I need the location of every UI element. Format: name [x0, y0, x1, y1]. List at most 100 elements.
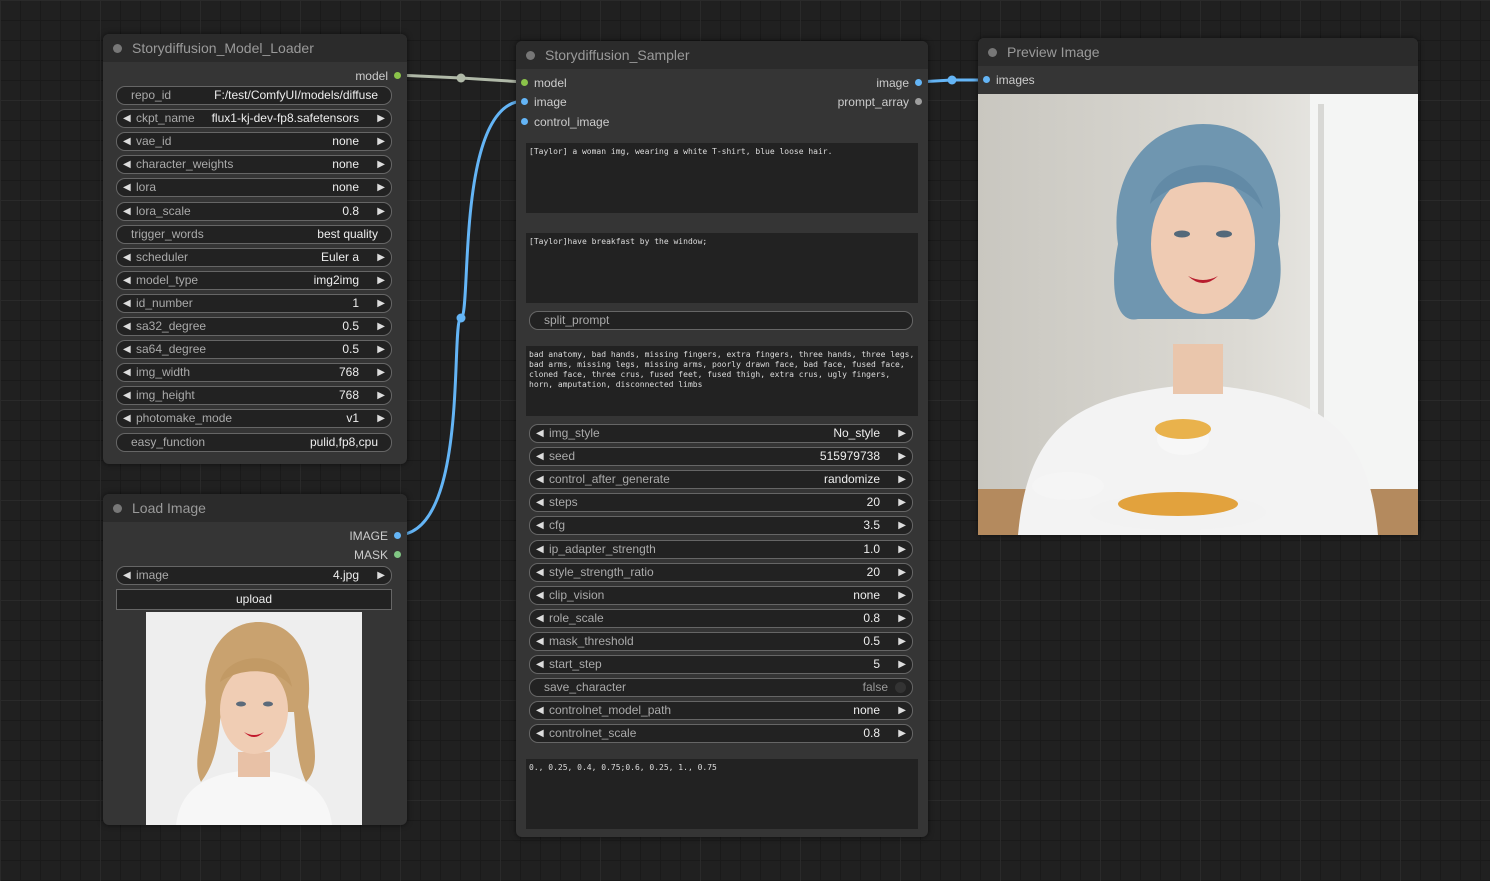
decrement-arrow-icon[interactable]: ◀: [536, 587, 544, 604]
model-output-slot[interactable]: [394, 72, 401, 79]
increment-arrow-icon[interactable]: ▶: [898, 448, 906, 465]
decrement-arrow-icon[interactable]: ◀: [536, 656, 544, 673]
decrement-arrow-icon[interactable]: ◀: [536, 425, 544, 442]
widget-clip-vision[interactable]: ◀ clip_vision none ▶: [529, 585, 913, 605]
increment-arrow-icon[interactable]: ▶: [377, 364, 385, 381]
widget-photomake-mode[interactable]: ◀ photomake_mode v1 ▶: [116, 409, 392, 429]
sampler-node[interactable]: Storydiffusion_Sampler model image contr…: [516, 41, 928, 837]
widget-control-after-generate[interactable]: ◀ control_after_generate randomize ▶: [529, 470, 913, 490]
decrement-arrow-icon[interactable]: ◀: [123, 110, 131, 127]
widget-sa64-degree[interactable]: ◀ sa64_degree 0.5 ▶: [116, 340, 392, 360]
decrement-arrow-icon[interactable]: ◀: [123, 156, 131, 173]
image-link-midpoint[interactable]: [456, 313, 466, 323]
increment-arrow-icon[interactable]: ▶: [377, 203, 385, 220]
image-output-slot[interactable]: [394, 532, 401, 539]
increment-arrow-icon[interactable]: ▶: [377, 110, 385, 127]
character-prompt-textarea[interactable]: [Taylor] a woman img, wearing a white T-…: [526, 143, 918, 213]
decrement-arrow-icon[interactable]: ◀: [536, 702, 544, 719]
widget-start-step[interactable]: ◀ start_step 5 ▶: [529, 655, 913, 674]
widget-trigger-words[interactable]: trigger_words best quality: [116, 224, 392, 244]
increment-arrow-icon[interactable]: ▶: [898, 541, 906, 558]
model-loader-node[interactable]: Storydiffusion_Model_Loader model repo_i…: [103, 34, 407, 464]
decrement-arrow-icon[interactable]: ◀: [123, 249, 131, 266]
increment-arrow-icon[interactable]: ▶: [898, 587, 906, 604]
preview-link-midpoint[interactable]: [947, 75, 957, 85]
collapse-dot-icon[interactable]: [526, 50, 535, 60]
images-input-slot[interactable]: [983, 76, 990, 83]
model-loader-title-bar[interactable]: Storydiffusion_Model_Loader: [103, 34, 407, 62]
decrement-arrow-icon[interactable]: ◀: [123, 387, 131, 404]
collapse-dot-icon[interactable]: [988, 47, 997, 57]
increment-arrow-icon[interactable]: ▶: [377, 272, 385, 289]
collapse-dot-icon[interactable]: [113, 43, 122, 53]
preview-title-bar[interactable]: Preview Image: [978, 38, 1418, 66]
decrement-arrow-icon[interactable]: ◀: [536, 610, 544, 627]
widget-img-style[interactable]: ◀ img_style No_style ▶: [529, 424, 913, 443]
model-input-slot[interactable]: [521, 79, 528, 86]
increment-arrow-icon[interactable]: ▶: [377, 318, 385, 335]
sampler-title-bar[interactable]: Storydiffusion_Sampler: [516, 41, 928, 69]
mask-output-slot[interactable]: [394, 551, 401, 558]
decrement-arrow-icon[interactable]: ◀: [123, 203, 131, 220]
widget-style-strength-ratio[interactable]: ◀ style_strength_ratio 20 ▶: [529, 562, 913, 582]
decrement-arrow-icon[interactable]: ◀: [123, 272, 131, 289]
scene-prompt-textarea[interactable]: [Taylor]have breakfast by the window;: [526, 233, 918, 303]
image-file-select[interactable]: ◀ image 4.jpg ▶: [116, 566, 392, 585]
increment-arrow-icon[interactable]: ▶: [377, 410, 385, 427]
widget-lora[interactable]: ◀ lora none ▶: [116, 178, 392, 198]
increment-arrow-icon[interactable]: ▶: [377, 387, 385, 404]
decrement-arrow-icon[interactable]: ◀: [123, 295, 131, 312]
widget-img-height[interactable]: ◀ img_height 768 ▶: [116, 386, 392, 406]
image-output-slot[interactable]: [915, 79, 922, 86]
decrement-arrow-icon[interactable]: ◀: [536, 517, 544, 534]
increment-arrow-icon[interactable]: ▶: [898, 517, 906, 534]
increment-arrow-icon[interactable]: ▶: [377, 156, 385, 173]
decrement-arrow-icon[interactable]: ◀: [536, 541, 544, 558]
widget-model-type[interactable]: ◀ model_type img2img ▶: [116, 270, 392, 290]
model-link-midpoint[interactable]: [456, 73, 466, 83]
widget-img-width[interactable]: ◀ img_width 768 ▶: [116, 363, 392, 383]
upload-button[interactable]: upload: [116, 589, 392, 610]
negative-prompt-textarea[interactable]: bad anatomy, bad hands, missing fingers,…: [526, 346, 918, 416]
decrement-arrow-icon[interactable]: ◀: [123, 318, 131, 335]
decrement-arrow-icon[interactable]: ◀: [123, 567, 131, 584]
increment-arrow-icon[interactable]: ▶: [898, 702, 906, 719]
increment-arrow-icon[interactable]: ▶: [377, 249, 385, 266]
increment-arrow-icon[interactable]: ▶: [898, 656, 906, 673]
widget-seed[interactable]: ◀ seed 515979738 ▶: [529, 447, 913, 467]
widget-role-scale[interactable]: ◀ role_scale 0.8 ▶: [529, 608, 913, 628]
prompt-array-output-slot[interactable]: [915, 98, 922, 105]
widget-cfg[interactable]: ◀ cfg 3.5 ▶: [529, 516, 913, 536]
image-input-slot[interactable]: [521, 98, 528, 105]
increment-arrow-icon[interactable]: ▶: [898, 471, 906, 488]
increment-arrow-icon[interactable]: ▶: [898, 425, 906, 442]
increment-arrow-icon[interactable]: ▶: [377, 295, 385, 312]
collapse-dot-icon[interactable]: [113, 503, 122, 513]
widget-controlnet-model-path[interactable]: ◀ controlnet_model_path none ▶: [529, 701, 913, 721]
increment-arrow-icon[interactable]: ▶: [898, 494, 906, 511]
widget-id-number[interactable]: ◀ id_number 1 ▶: [116, 293, 392, 313]
widget-mask-threshold[interactable]: ◀ mask_threshold 0.5 ▶: [529, 631, 913, 651]
widget-sa32-degree[interactable]: ◀ sa32_degree 0.5 ▶: [116, 317, 392, 336]
increment-arrow-icon[interactable]: ▶: [898, 725, 906, 742]
widget-controlnet-scale[interactable]: ◀ controlnet_scale 0.8 ▶: [529, 724, 913, 744]
decrement-arrow-icon[interactable]: ◀: [123, 364, 131, 381]
decrement-arrow-icon[interactable]: ◀: [123, 410, 131, 427]
split-prompt-input[interactable]: split_prompt: [529, 311, 913, 330]
decrement-arrow-icon[interactable]: ◀: [536, 448, 544, 465]
decrement-arrow-icon[interactable]: ◀: [536, 471, 544, 488]
widget-lora-scale[interactable]: ◀ lora_scale 0.8 ▶: [116, 201, 392, 221]
widget-ckpt-name[interactable]: ◀ ckpt_name flux1-kj-dev-fp8.safetensors ▶: [116, 109, 392, 129]
control-image-input-slot[interactable]: [521, 118, 528, 125]
guidance-list-textarea[interactable]: 0., 0.25, 0.4, 0.75;0.6, 0.25, 1., 0.75: [526, 759, 918, 829]
widget-ip-adapter-strength[interactable]: ◀ ip_adapter_strength 1.0 ▶: [529, 539, 913, 559]
decrement-arrow-icon[interactable]: ◀: [123, 133, 131, 150]
widget-repo-id[interactable]: repo_id F:/test/ComfyUI/models/diffuse: [116, 86, 392, 105]
decrement-arrow-icon[interactable]: ◀: [536, 725, 544, 742]
toggle-switch-icon[interactable]: [895, 682, 906, 694]
preview-image-node[interactable]: Preview Image images: [978, 38, 1418, 535]
widget-save-character[interactable]: save_character false: [529, 678, 913, 698]
increment-arrow-icon[interactable]: ▶: [377, 179, 385, 196]
increment-arrow-icon[interactable]: ▶: [898, 633, 906, 650]
decrement-arrow-icon[interactable]: ◀: [123, 179, 131, 196]
